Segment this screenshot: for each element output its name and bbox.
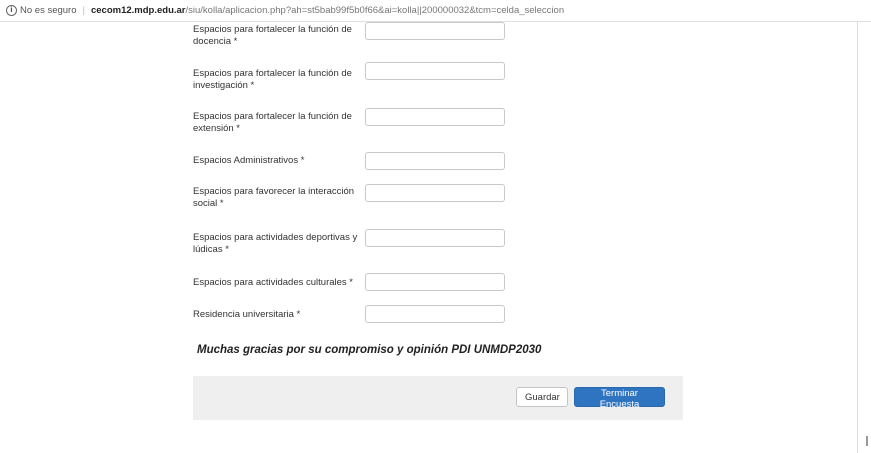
field-label: Espacios para fortalecer la función de i… — [193, 68, 352, 91]
field-label: Residencia universitaria * — [193, 309, 301, 320]
page-scrollbar-track[interactable] — [857, 20, 858, 453]
address-bar[interactable]: i No es seguro | cecom12.mdp.edu.ar/siu/… — [0, 0, 871, 22]
field-label: Espacios Administrativos * — [193, 155, 305, 166]
administrativos-input[interactable] — [365, 152, 505, 170]
residencia-input[interactable] — [365, 305, 505, 323]
extension-input[interactable] — [365, 108, 505, 126]
interaccion-social-input[interactable] — [365, 184, 505, 202]
field-label: Espacios para actividades culturales * — [193, 277, 354, 288]
address-separator: | — [82, 5, 85, 16]
url-path: /siu/kolla/aplicacion.php?ah=st5bab99f5b… — [185, 5, 565, 16]
field-label: Espacios para favorecer la interacción s… — [193, 186, 355, 209]
url-host: cecom12.mdp.edu.ar — [90, 5, 186, 16]
investigacion-input[interactable] — [365, 62, 505, 80]
field-label: Espacios para actividades deportivas y l… — [193, 232, 358, 255]
save-button[interactable]: Guardar — [516, 387, 568, 407]
field-label: Espacios para fortalecer la función de e… — [193, 111, 352, 134]
info-icon[interactable]: i — [6, 5, 17, 16]
finish-survey-button[interactable]: Terminar Encuesta — [574, 387, 665, 410]
culturales-input[interactable] — [365, 273, 505, 291]
page-scrollbar-thumb[interactable] — [866, 436, 868, 446]
deportivas-input[interactable] — [365, 229, 505, 247]
field-label: Espacios para fortalecer la función de d… — [193, 24, 352, 47]
docencia-input[interactable] — [365, 22, 505, 40]
security-status: No es seguro — [20, 5, 77, 16]
thanks-message: Muchas gracias por su compromiso y opini… — [197, 344, 542, 356]
